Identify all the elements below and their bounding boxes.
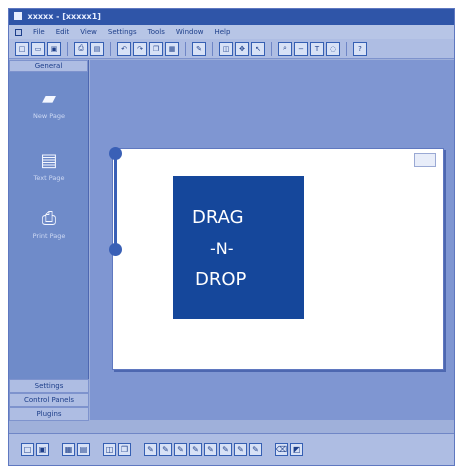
system-menu-icon[interactable] bbox=[15, 28, 22, 36]
main-toolbar: □ ▭ ▣ ⎙ ▤ ↶ ↷ ❐ ▦ ✎ ◫ ✥ ↖ ⌕ − T ◌ ? bbox=[9, 39, 454, 59]
handwriting-line-1: DRAG bbox=[192, 207, 244, 228]
toolbar-separator bbox=[96, 443, 97, 456]
toolbar-separator bbox=[55, 443, 56, 456]
toolbar-separator bbox=[268, 443, 269, 456]
sidebar-item-new-page[interactable]: ▰ New Page bbox=[9, 88, 89, 121]
sidebar-item-label: Print Page bbox=[32, 232, 66, 240]
text-icon[interactable]: T bbox=[310, 41, 324, 56]
copy-icon[interactable]: ❐ bbox=[118, 443, 131, 456]
pen-7-icon[interactable]: ✎ bbox=[234, 443, 247, 456]
zoom-icon[interactable]: ⌕ bbox=[278, 41, 292, 56]
menu-window[interactable]: Window bbox=[176, 28, 204, 36]
select-icon[interactable]: ◫ bbox=[219, 41, 233, 56]
print-icon[interactable]: ⎙ bbox=[74, 41, 88, 56]
app-icon bbox=[14, 12, 22, 20]
page-thumbnail[interactable] bbox=[414, 153, 436, 167]
pointer-icon[interactable]: ↖ bbox=[251, 41, 265, 56]
menu-help[interactable]: Help bbox=[214, 28, 230, 36]
workspace: DRAG -N- DROP bbox=[90, 60, 454, 420]
page-icon[interactable]: □ bbox=[21, 443, 34, 456]
toolbar-separator bbox=[137, 443, 138, 456]
pen-icon[interactable]: ✎ bbox=[192, 41, 206, 56]
save-icon[interactable]: ▣ bbox=[47, 41, 61, 56]
sidebar-item-label: New Page bbox=[33, 112, 65, 120]
new-page-icon: ▰ bbox=[42, 88, 56, 109]
pen-3-icon[interactable]: ✎ bbox=[174, 443, 187, 456]
sidebar-tab-general[interactable]: General bbox=[9, 60, 88, 72]
save-page-icon[interactable]: ▣ bbox=[36, 443, 49, 456]
new-icon[interactable]: □ bbox=[15, 41, 29, 56]
redo-icon[interactable]: ↷ bbox=[133, 41, 147, 56]
bottom-toolbar: □ ▣ ▦ ▤ ◫ ❐ ✎ ✎ ✎ ✎ ✎ ✎ ✎ ✎ ⌫ ◩ bbox=[9, 433, 454, 465]
handle-bar bbox=[114, 154, 117, 250]
app-window: xxxxx - [xxxxx1] File Edit View Settings… bbox=[8, 8, 455, 466]
toolbar-separator bbox=[110, 41, 111, 56]
zoom-out-icon[interactable]: − bbox=[294, 41, 308, 56]
sidebar-item-label: Text Page bbox=[33, 174, 65, 182]
sidebar-tab-settings[interactable]: Settings bbox=[9, 379, 89, 393]
sidebar-item-text-page[interactable]: ▤ Text Page bbox=[9, 150, 89, 183]
drag-n-drop-image[interactable]: DRAG -N- DROP bbox=[173, 176, 304, 319]
select-icon[interactable]: ◫ bbox=[103, 443, 116, 456]
sidebar-tab-control-panels[interactable]: Control Panels bbox=[9, 393, 89, 407]
print-page-icon: ⎙ bbox=[41, 208, 57, 229]
paste-icon[interactable]: ▦ bbox=[165, 41, 179, 56]
pen-8-icon[interactable]: ✎ bbox=[249, 443, 262, 456]
menu-view[interactable]: View bbox=[80, 28, 97, 36]
toolbar-separator bbox=[67, 41, 68, 56]
toolbar-separator bbox=[346, 41, 347, 56]
preview-icon[interactable]: ▤ bbox=[90, 41, 104, 56]
pen-5-icon[interactable]: ✎ bbox=[204, 443, 217, 456]
sidebar-tab-plugins[interactable]: Plugins bbox=[9, 407, 89, 421]
move-icon[interactable]: ✥ bbox=[235, 41, 249, 56]
toolbar-separator bbox=[271, 41, 272, 56]
lasso-icon[interactable]: ◌ bbox=[326, 41, 340, 56]
toolbar-separator bbox=[212, 41, 213, 56]
menu-edit[interactable]: Edit bbox=[56, 28, 70, 36]
handwriting-svg: DRAG -N- DROP bbox=[192, 207, 247, 290]
text-page-icon: ▤ bbox=[40, 150, 58, 171]
window-title: xxxxx - [xxxxx1] bbox=[27, 12, 101, 21]
title-bar: xxxxx - [xxxxx1] bbox=[9, 9, 454, 25]
page-canvas[interactable]: DRAG -N- DROP bbox=[109, 147, 444, 370]
page-edge-handle[interactable] bbox=[109, 147, 123, 256]
pen-4-icon[interactable]: ✎ bbox=[189, 443, 202, 456]
color-icon[interactable]: ◩ bbox=[290, 443, 303, 456]
menu-settings[interactable]: Settings bbox=[108, 28, 137, 36]
menu-bar: File Edit View Settings Tools Window Hel… bbox=[9, 25, 454, 39]
undo-icon[interactable]: ↶ bbox=[117, 41, 131, 56]
menu-file[interactable]: File bbox=[33, 28, 45, 36]
copy-icon[interactable]: ❐ bbox=[149, 41, 163, 56]
handwriting-line-3: DROP bbox=[195, 269, 247, 290]
pen-1-icon[interactable]: ✎ bbox=[144, 443, 157, 456]
toolbar-separator bbox=[185, 41, 186, 56]
sidebar: General ▰ New Page ▤ Text Page ⎙ Print P… bbox=[9, 60, 89, 421]
pen-2-icon[interactable]: ✎ bbox=[159, 443, 172, 456]
open-icon[interactable]: ▭ bbox=[31, 41, 45, 56]
sidebar-item-print-page[interactable]: ⎙ Print Page bbox=[9, 208, 89, 241]
resize-handle-bottom[interactable] bbox=[109, 243, 122, 256]
help-icon[interactable]: ? bbox=[353, 41, 367, 56]
thumbs-icon[interactable]: ▤ bbox=[77, 443, 90, 456]
eraser-icon[interactable]: ⌫ bbox=[275, 443, 288, 456]
layers-icon[interactable]: ▦ bbox=[62, 443, 75, 456]
menu-tools[interactable]: Tools bbox=[148, 28, 165, 36]
pen-6-icon[interactable]: ✎ bbox=[219, 443, 232, 456]
handwriting-line-2: -N- bbox=[210, 239, 234, 258]
resize-handle-top[interactable] bbox=[109, 147, 122, 160]
